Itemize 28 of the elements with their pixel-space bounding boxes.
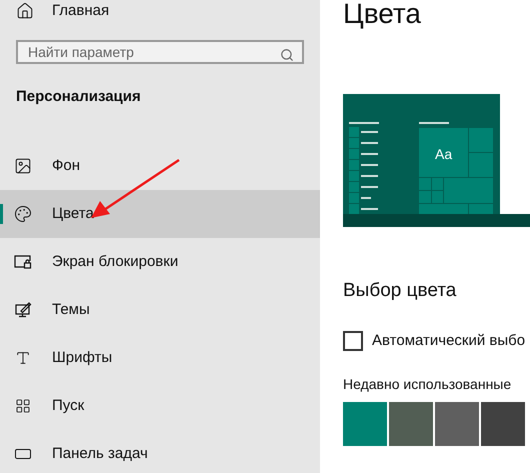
color-swatch[interactable] [389, 402, 433, 446]
nav-item[interactable]: Панель задач [0, 430, 320, 473]
color-swatch[interactable] [435, 402, 479, 446]
tiles-icon [15, 398, 31, 414]
monitor-brush-icon [14, 302, 32, 318]
picture-icon [14, 157, 32, 175]
palette-icon [14, 205, 32, 223]
font-icon [15, 350, 31, 366]
checkbox-label: Автоматический выбо [372, 330, 526, 350]
page-title: Цвета [343, 0, 422, 28]
preview-tile-text: Aa [435, 145, 452, 164]
nav-item[interactable]: Фон [0, 142, 320, 190]
nav-item[interactable]: Пуск [0, 382, 320, 430]
home-link[interactable]: Главная [0, 0, 320, 22]
color-swatch[interactable] [481, 402, 525, 446]
nav-item[interactable]: Шрифты [0, 334, 320, 382]
section-heading: Выбор цвета [343, 279, 458, 303]
checkbox[interactable] [343, 330, 363, 351]
nav-item[interactable]: Темы [0, 286, 320, 334]
section-heading: Персонализация [15, 86, 142, 106]
nav-item[interactable]: Цвета [0, 190, 320, 238]
lock-screen-icon [14, 255, 32, 269]
nav-item[interactable]: Экран блокировки [0, 238, 320, 286]
search-field[interactable]: Найти параметр [16, 40, 304, 64]
home-icon [16, 2, 34, 20]
recent-colors-label: Недавно использованные [343, 375, 512, 394]
search-icon [280, 48, 294, 62]
color-swatch[interactable] [343, 402, 387, 446]
